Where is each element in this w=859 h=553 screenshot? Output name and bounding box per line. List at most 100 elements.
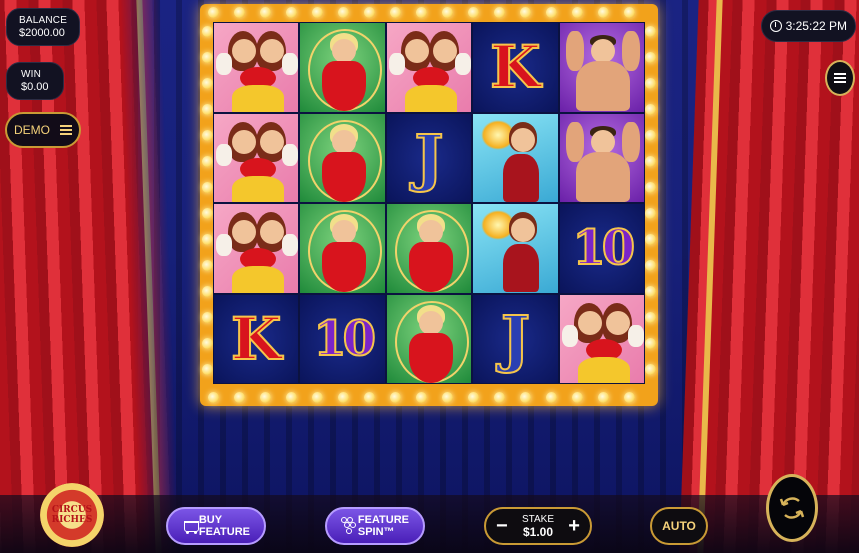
menu-icon: [60, 123, 72, 137]
symbol-masks: [214, 114, 298, 203]
marquee-bulb: [208, 392, 219, 403]
reel-cell: [558, 112, 645, 203]
reel-cell: [213, 203, 300, 294]
marquee-bulb: [624, 7, 635, 18]
marquee-bulb: [645, 312, 656, 323]
stake-value: $1.00: [522, 525, 553, 539]
marquee-bulb: [208, 7, 219, 18]
symbol-10: 10: [571, 219, 636, 277]
marquee-bulb: [390, 392, 401, 403]
reel-cell: [299, 112, 386, 203]
reel-cell: [385, 22, 473, 113]
reel-cell: J: [472, 293, 559, 384]
marquee-bulb: [416, 7, 427, 18]
marquee-bulb: [645, 260, 656, 271]
marquee-bulb: [624, 392, 635, 403]
spin-arrows-icon: [779, 497, 805, 519]
reel-cell: 10: [299, 293, 386, 384]
marquee-bulb: [234, 7, 245, 18]
marquee-bulb: [645, 234, 656, 245]
clock-time: 3:25:22 PM: [785, 19, 847, 33]
marquee-bulb: [286, 392, 297, 403]
demo-label: DEMO: [14, 123, 50, 137]
reel-cell: [213, 112, 300, 203]
buy-feature-line-2: FEATURE: [198, 526, 250, 538]
symbol-k: K: [230, 304, 282, 374]
marquee-bulb: [645, 52, 656, 63]
spin-button[interactable]: [766, 474, 818, 542]
reel-cell: [558, 22, 645, 113]
symbol-k: K: [489, 32, 541, 102]
symbol-j: J: [413, 120, 444, 195]
symbol-marilyn: [300, 204, 384, 293]
marquee-bulb: [202, 234, 213, 245]
win-label: WIN: [21, 69, 42, 80]
marquee-bulb: [390, 7, 401, 18]
reel-cell: J: [385, 112, 473, 203]
clock-display: 3:25:22 PM: [760, 10, 856, 42]
symbol-masks: [387, 23, 471, 112]
balance-value: $2000.00: [19, 27, 65, 39]
marquee-bulb: [234, 392, 245, 403]
reel-cell: [299, 22, 386, 113]
stake-control: − STAKE $1.00 +: [484, 507, 592, 545]
balance-display: BALANCE $2000.00: [6, 8, 81, 46]
symbol-marilyn: [387, 295, 471, 384]
marquee-bulb: [494, 392, 505, 403]
marquee-bulb: [364, 7, 375, 18]
logo-line-2: RICHES: [51, 515, 93, 525]
logo-line-1: CIRCUS: [51, 505, 93, 515]
buy-feature-button[interactable]: BUY FEATURE: [166, 507, 266, 545]
marquee-bulb: [645, 208, 656, 219]
feature-spin-button[interactable]: FEATURE SPIN™: [325, 507, 425, 545]
marquee-bulb: [202, 260, 213, 271]
reel-cell: K: [213, 293, 300, 384]
reel-cell: [558, 293, 645, 384]
marquee-bulb: [645, 156, 656, 167]
marquee-bulb: [260, 392, 271, 403]
marquee-bulb: [645, 182, 656, 193]
marquee-bulb: [202, 364, 213, 375]
marquee-bulb: [312, 392, 323, 403]
demo-menu-button[interactable]: DEMO: [5, 112, 81, 148]
symbol-marilyn: [300, 114, 384, 203]
game-stage: K J 10 K 10 J BALANCE $2000.00 WIN $0.00 DEMO…: [0, 0, 859, 553]
marquee-bulb: [572, 392, 583, 403]
auto-spin-button[interactable]: AUTO: [650, 507, 708, 545]
marquee-bulb: [202, 312, 213, 323]
marquee-bulb: [338, 392, 349, 403]
stake-increase-button[interactable]: +: [568, 516, 580, 536]
marquee-bulb: [364, 392, 375, 403]
stake-label: STAKE: [521, 514, 555, 525]
marquee-bulb: [645, 364, 656, 375]
reel-cell: K: [472, 22, 559, 113]
main-menu-button[interactable]: [825, 60, 855, 96]
marquee-bulb: [645, 286, 656, 297]
reel-cell: [213, 22, 300, 113]
marquee-bulb: [645, 104, 656, 115]
symbol-masks: [214, 23, 298, 112]
marquee-bulb: [520, 392, 531, 403]
marquee-bulb: [202, 52, 213, 63]
marquee-bulb: [494, 7, 505, 18]
symbol-marilyn: [387, 204, 471, 293]
symbol-10: 10: [312, 310, 377, 368]
stake-decrease-button[interactable]: −: [496, 516, 508, 536]
symbol-strongman: [560, 23, 644, 112]
marquee-bulb: [468, 7, 479, 18]
win-value: $0.00: [21, 81, 49, 93]
marquee-bulb: [645, 130, 656, 141]
marquee-bulb: [645, 78, 656, 89]
hamburger-icon: [834, 71, 846, 85]
marquee-bulb: [598, 7, 609, 18]
marquee-bulb: [202, 26, 213, 37]
symbol-marilyn: [300, 23, 384, 112]
marquee-bulb: [468, 392, 479, 403]
marquee-bulb: [202, 286, 213, 297]
marquee-bulb: [338, 7, 349, 18]
marquee-bulb: [202, 208, 213, 219]
marquee-bulb: [202, 338, 213, 349]
cart-icon: [182, 519, 199, 534]
marquee-bulb: [202, 182, 213, 193]
symbol-j: J: [500, 301, 531, 376]
